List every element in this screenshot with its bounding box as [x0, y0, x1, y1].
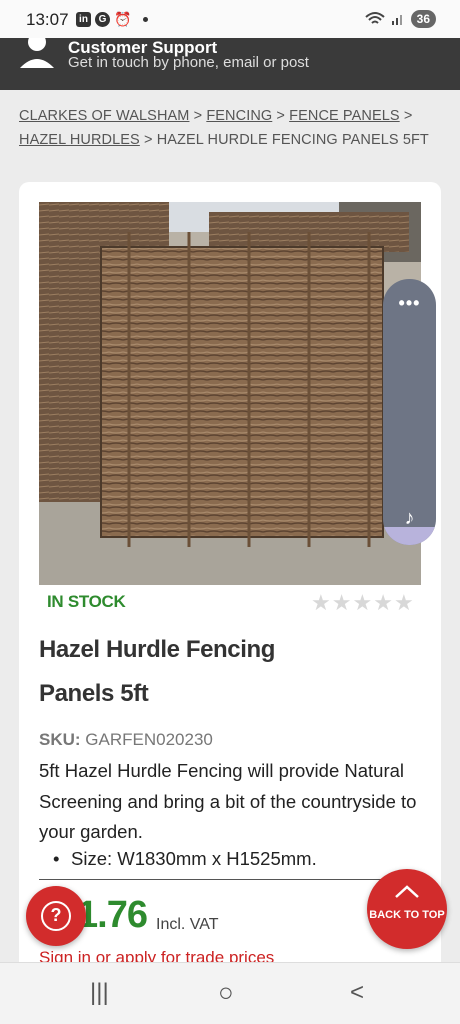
- breadcrumb-link-hazel-hurdles[interactable]: HAZEL HURDLES: [19, 132, 140, 148]
- chevron-up-icon: [395, 885, 419, 898]
- price-vat-label: Incl. VAT: [156, 916, 219, 933]
- product-size-bullet: Size: W1830mm x H1525mm.: [53, 848, 317, 870]
- star-icon: ★: [373, 590, 393, 615]
- stock-status: IN STOCK: [47, 592, 126, 611]
- help-button[interactable]: ?: [26, 886, 86, 946]
- breadcrumb-link-fence-panels[interactable]: FENCE PANELS: [289, 108, 400, 124]
- breadcrumb-link-fencing[interactable]: FENCING: [206, 108, 272, 124]
- edge-panel-tint: [383, 527, 436, 545]
- more-icon[interactable]: •••: [383, 293, 436, 314]
- product-price: 1.76: [77, 894, 148, 936]
- divider: [39, 879, 419, 880]
- product-title: Hazel Hurdle Fencing Panels 5ft: [39, 636, 276, 707]
- person-icon: [20, 38, 54, 68]
- star-icon: ★: [311, 590, 331, 615]
- system-nav-bar: ||| ○ <: [0, 962, 460, 1024]
- wifi-icon: [364, 12, 385, 24]
- battery-indicator: 36: [410, 10, 436, 28]
- product-description: 5ft Hazel Hurdle Fencing will provide Na…: [39, 760, 417, 842]
- rating-stars[interactable]: ★ ★ ★ ★ ★: [311, 592, 414, 614]
- back-to-top-button[interactable]: BACK TO TOP: [367, 869, 447, 949]
- star-icon: ★: [352, 590, 373, 615]
- product-sku: SKU: GARFEN020230: [39, 730, 213, 749]
- breadcrumb: CLARKES OF WALSHAM > FENCING > FENCE PAN…: [19, 108, 429, 148]
- dot-icon: [143, 17, 149, 22]
- alarm-icon: ⏰: [114, 11, 132, 27]
- status-bar: 13:07 in G ⏰ 36: [0, 0, 460, 38]
- question-icon: ?: [41, 901, 71, 931]
- star-icon: ★: [331, 590, 352, 615]
- star-icon: ★: [393, 590, 414, 615]
- google-icon: G: [95, 12, 110, 27]
- breadcrumb-current: HAZEL HURDLE FENCING PANELS 5FT: [156, 132, 429, 148]
- status-time: 13:07: [26, 10, 69, 29]
- back-icon[interactable]: <: [350, 979, 364, 1007]
- signal-icon: [391, 15, 402, 25]
- product-image[interactable]: [39, 202, 421, 585]
- linkedin-icon: in: [76, 12, 91, 27]
- back-to-top-label: BACK TO TOP: [369, 909, 445, 921]
- status-right: 36: [364, 10, 436, 28]
- breadcrumb-link-clarkes[interactable]: CLARKES OF WALSHAM: [19, 108, 189, 124]
- recents-icon[interactable]: |||: [90, 979, 109, 1007]
- edge-panel-handle[interactable]: ••• ♪: [383, 279, 436, 545]
- hurdle-photo: [39, 202, 421, 585]
- notification-icons: in G ⏰: [76, 11, 149, 28]
- home-icon[interactable]: ○: [218, 977, 234, 1008]
- customer-support-banner[interactable]: Customer Support Get in touch by phone, …: [0, 38, 460, 90]
- support-subtitle: Get in touch by phone, email or post: [68, 54, 309, 71]
